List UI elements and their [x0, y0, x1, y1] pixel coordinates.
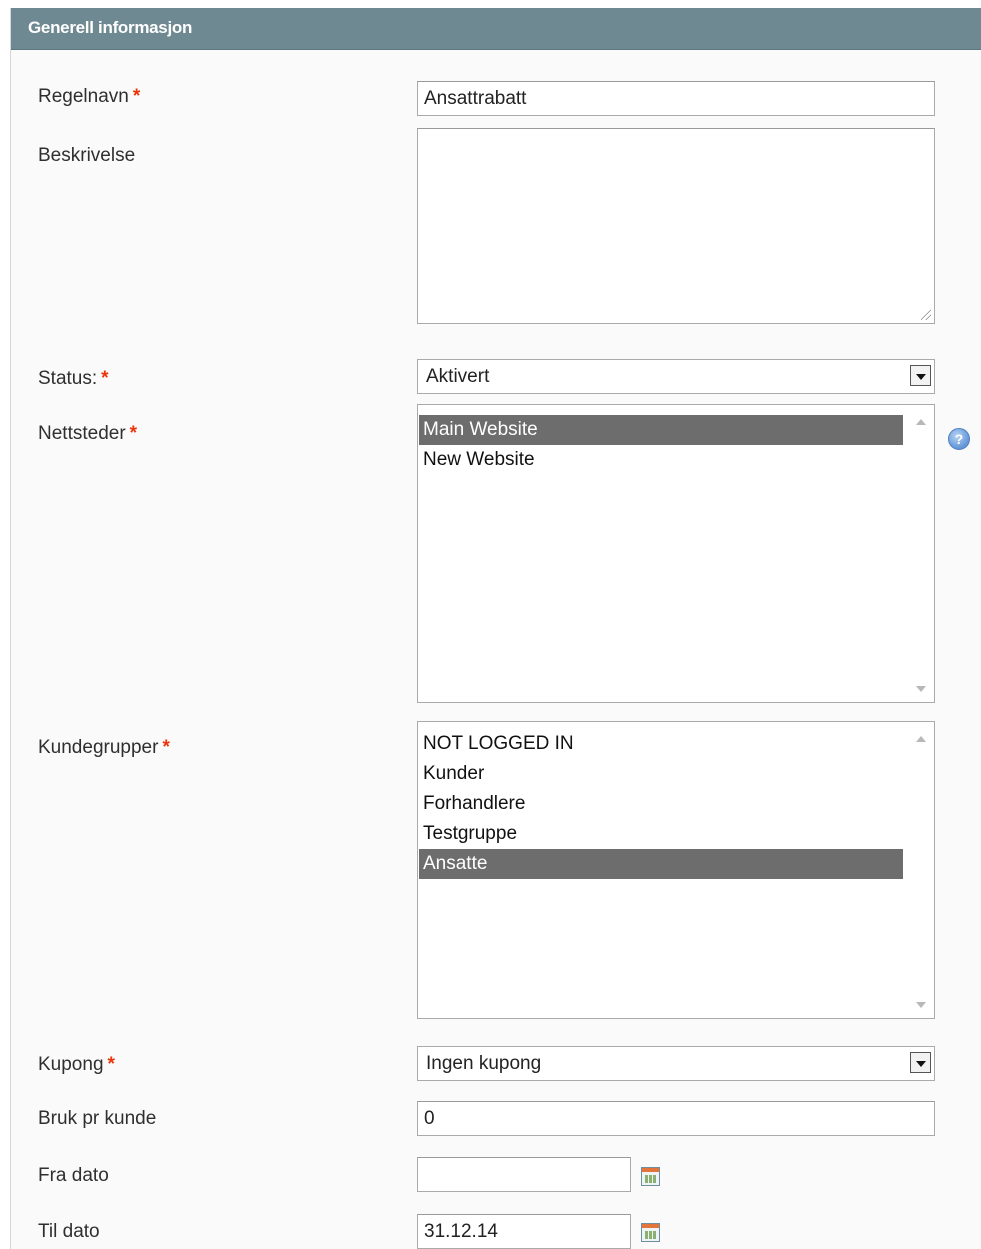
customer-groups-label-text: Kundegrupper [38, 737, 159, 758]
customer-groups-listbox[interactable]: NOT LOGGED IN Kunder Forhandlere Testgru… [417, 721, 935, 1019]
chevron-down-icon[interactable] [910, 1052, 931, 1073]
customer-group-option[interactable]: Kunder [419, 759, 903, 789]
panel-title: Generell informasjon [28, 18, 193, 37]
rule-name-label-text: Regelnavn [38, 86, 129, 107]
scroll-up-icon[interactable] [916, 736, 926, 742]
to-date-label: Til dato [38, 1221, 100, 1242]
status-selected-value: Aktivert [426, 366, 490, 387]
coupon-select[interactable]: Ingen kupong [417, 1046, 935, 1081]
resize-grip-icon[interactable] [921, 310, 931, 320]
uses-per-customer-label: Bruk pr kunde [38, 1108, 157, 1129]
scroll-down-icon[interactable] [916, 686, 926, 692]
uses-per-customer-input[interactable]: 0 [417, 1101, 935, 1136]
coupon-label-text: Kupong [38, 1054, 104, 1075]
status-label: Status: * [38, 368, 109, 390]
rule-name-input[interactable]: Ansattrabatt [417, 81, 935, 116]
websites-option-new-website[interactable]: New Website [419, 445, 903, 475]
scroll-down-icon[interactable] [916, 1002, 926, 1008]
rule-name-label: Regelnavn * [38, 86, 140, 108]
status-label-text: Status: [38, 368, 98, 389]
chevron-down-icon[interactable] [910, 365, 931, 386]
required-marker: * [162, 737, 170, 758]
customer-group-option-selected[interactable]: Ansatte [419, 849, 903, 879]
status-select[interactable]: Aktivert [417, 359, 935, 394]
websites-label-text: Nettsteder [38, 423, 126, 444]
required-marker: * [101, 368, 109, 389]
from-date-input[interactable] [417, 1157, 631, 1192]
help-icon[interactable]: ? [948, 428, 970, 450]
customer-groups-label: Kundegrupper * [38, 737, 170, 759]
required-marker: * [132, 86, 141, 107]
coupon-label: Kupong * [38, 1054, 115, 1076]
coupon-selected-value: Ingen kupong [426, 1053, 542, 1074]
websites-label: Nettsteder * [38, 423, 137, 445]
to-date-input[interactable]: 31.12.14 [417, 1214, 631, 1249]
calendar-icon[interactable] [641, 1167, 660, 1186]
websites-listbox[interactable]: Main Website New Website [417, 404, 935, 703]
required-marker: * [107, 1054, 115, 1075]
customer-group-option[interactable]: Testgruppe [419, 819, 903, 849]
required-marker: * [129, 423, 138, 444]
websites-option-main-website[interactable]: Main Website [419, 415, 903, 445]
description-label: Beskrivelse [38, 145, 136, 166]
from-date-label: Fra dato [38, 1165, 109, 1186]
description-textarea[interactable] [417, 128, 935, 324]
calendar-icon[interactable] [641, 1223, 660, 1242]
customer-group-option[interactable]: NOT LOGGED IN [419, 729, 903, 759]
customer-group-option[interactable]: Forhandlere [419, 789, 903, 819]
scroll-up-icon[interactable] [916, 419, 926, 425]
panel-header: Generell informasjon [11, 8, 981, 50]
